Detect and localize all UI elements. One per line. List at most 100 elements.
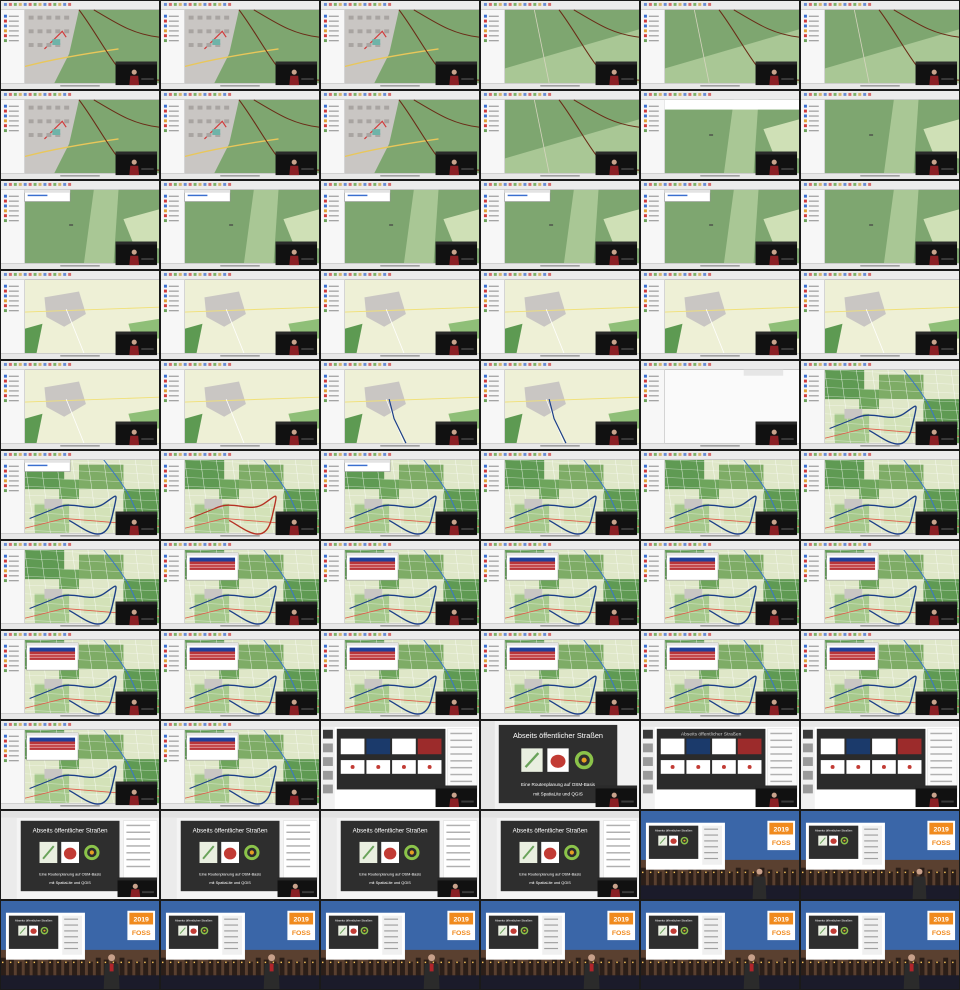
toolbar-button-icon[interactable] (548, 272, 552, 276)
toolbar-button-icon[interactable] (668, 272, 672, 276)
toolbar-button-icon[interactable] (183, 182, 187, 186)
toolbar-button-icon[interactable] (68, 182, 72, 186)
layer-icon[interactable] (483, 394, 487, 398)
layer-icon[interactable] (483, 34, 487, 38)
toolbar-button-icon[interactable] (173, 542, 177, 546)
layer-name[interactable] (168, 485, 179, 487)
toolbar-button-icon[interactable] (683, 452, 687, 456)
toolbar-button-icon[interactable] (543, 452, 547, 456)
toolbar-button-icon[interactable] (163, 632, 167, 636)
toolbar-button-icon[interactable] (203, 362, 207, 366)
toolbar-button-icon[interactable] (338, 272, 342, 276)
layer-icon[interactable] (323, 574, 327, 578)
toolbar-button-icon[interactable] (823, 182, 827, 186)
toolbar-button-icon[interactable] (323, 452, 327, 456)
layer-name[interactable] (648, 20, 659, 22)
layer-name[interactable] (168, 745, 179, 747)
toolbar-button-icon[interactable] (823, 452, 827, 456)
toolbar-button-icon[interactable] (838, 452, 842, 456)
layer-icon[interactable] (3, 109, 7, 113)
layer-name[interactable] (328, 575, 339, 577)
toolbar-button-icon[interactable] (503, 452, 507, 456)
toolbar-button-icon[interactable] (18, 542, 22, 546)
table-row[interactable] (349, 564, 396, 568)
layer-name[interactable] (328, 475, 339, 477)
toolbar-button-icon[interactable] (678, 272, 682, 276)
toolbar-button-icon[interactable] (43, 542, 47, 546)
toolbar-button-icon[interactable] (833, 632, 837, 636)
toolbar-button-icon[interactable] (343, 272, 347, 276)
toolbar-button-icon[interactable] (653, 452, 657, 456)
toolbar-button-icon[interactable] (228, 272, 232, 276)
layer-icon[interactable] (643, 559, 647, 563)
toolbar-button-icon[interactable] (853, 542, 857, 546)
layer-icon[interactable] (803, 379, 807, 383)
layer-icon[interactable] (483, 379, 487, 383)
toolbar-button-icon[interactable] (28, 632, 32, 636)
toolbar-button-icon[interactable] (33, 182, 37, 186)
toolbar-button-icon[interactable] (228, 182, 232, 186)
toolbar-button-icon[interactable] (348, 2, 352, 6)
layer-name[interactable] (168, 735, 179, 737)
layer-name[interactable] (8, 755, 19, 757)
toolbar-button-icon[interactable] (703, 362, 707, 366)
toolbar-button-icon[interactable] (3, 722, 7, 726)
layer-name[interactable] (168, 215, 179, 217)
layer-name[interactable] (648, 220, 659, 222)
layer-icon[interactable] (163, 559, 167, 563)
toolbar-button-icon[interactable] (848, 2, 852, 6)
slide-thumbnail[interactable] (802, 743, 813, 753)
toolbar-button-icon[interactable] (48, 452, 52, 456)
toolbar-button-icon[interactable] (648, 182, 652, 186)
toolbar-button-icon[interactable] (63, 722, 67, 726)
video-thumbnail[interactable] (641, 451, 799, 539)
toolbar-button-icon[interactable] (223, 452, 227, 456)
toolbar-button-icon[interactable] (508, 92, 512, 96)
toolbar-button-icon[interactable] (18, 722, 22, 726)
video-thumbnail[interactable] (321, 451, 479, 539)
layer-icon[interactable] (3, 574, 7, 578)
layer-icon[interactable] (323, 659, 327, 663)
toolbar-button-icon[interactable] (23, 542, 27, 546)
toolbar-button-icon[interactable] (858, 182, 862, 186)
layer-icon[interactable] (323, 124, 327, 128)
layer-icon[interactable] (323, 114, 327, 118)
toolbar-button-icon[interactable] (528, 92, 532, 96)
layer-name[interactable] (168, 115, 179, 117)
toolbar-button-icon[interactable] (678, 362, 682, 366)
toolbar-button-icon[interactable] (818, 92, 822, 96)
toolbar-button-icon[interactable] (188, 2, 192, 6)
layer-name[interactable] (648, 195, 659, 197)
layer-name[interactable] (328, 15, 339, 17)
layer-icon[interactable] (323, 469, 327, 473)
toolbar-button-icon[interactable] (163, 452, 167, 456)
layer-icon[interactable] (3, 749, 7, 753)
layer-name[interactable] (488, 210, 499, 212)
layer-name[interactable] (168, 205, 179, 207)
toolbar-button-icon[interactable] (48, 272, 52, 276)
layer-icon[interactable] (323, 39, 327, 43)
toolbar-button-icon[interactable] (38, 272, 42, 276)
toolbar-button-icon[interactable] (43, 272, 47, 276)
toolbar-button-icon[interactable] (838, 272, 842, 276)
table-row[interactable] (189, 567, 236, 570)
video-thumbnail[interactable] (161, 91, 319, 179)
toolbar-button-icon[interactable] (493, 632, 497, 636)
layer-name[interactable] (488, 220, 499, 222)
toolbar-button-icon[interactable] (333, 182, 337, 186)
toolbar-button-icon[interactable] (828, 542, 832, 546)
layer-name[interactable] (488, 650, 499, 652)
layer-icon[interactable] (803, 399, 807, 403)
layer-name[interactable] (648, 655, 659, 657)
toolbar-button-icon[interactable] (483, 92, 487, 96)
layer-icon[interactable] (483, 564, 487, 568)
layer-name[interactable] (488, 390, 499, 392)
layer-icon[interactable] (803, 114, 807, 118)
layer-name[interactable] (648, 105, 659, 107)
toolbar-button-icon[interactable] (513, 542, 517, 546)
toolbar-button-icon[interactable] (488, 542, 492, 546)
toolbar-button-icon[interactable] (168, 272, 172, 276)
toolbar-button-icon[interactable] (68, 542, 72, 546)
layer-icon[interactable] (163, 214, 167, 218)
layer-name[interactable] (168, 290, 179, 292)
